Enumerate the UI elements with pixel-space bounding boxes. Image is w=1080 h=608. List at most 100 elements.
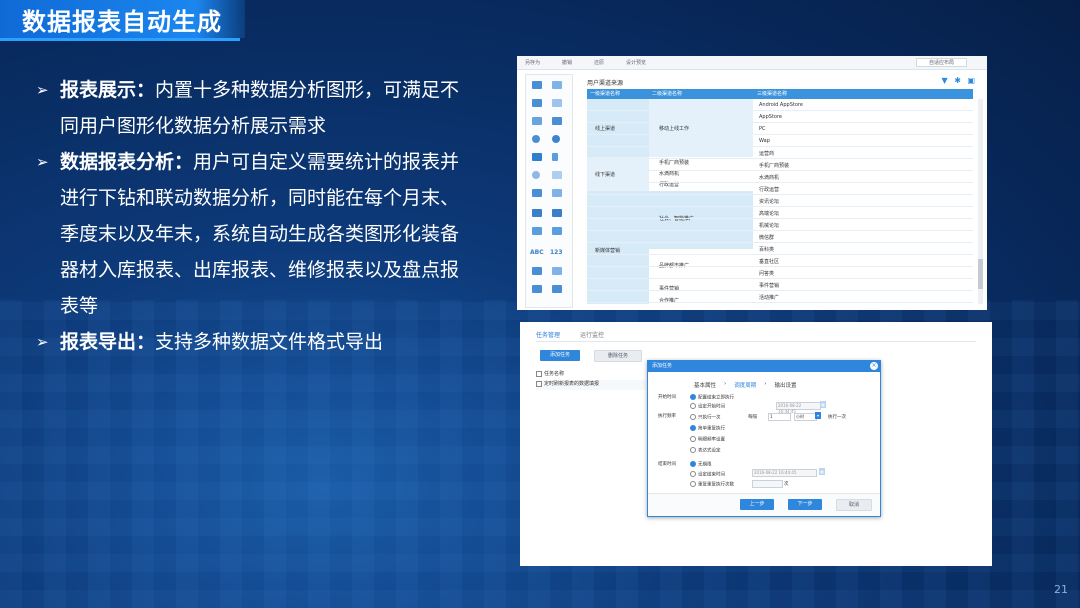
image-icon[interactable] (532, 227, 542, 235)
table-row[interactable]: Android AppStore (587, 99, 973, 111)
start-option-immediate[interactable]: 配置结束立即执行 (690, 394, 734, 401)
crosstab-icon[interactable] (552, 209, 562, 217)
freq-option-expression[interactable]: 表达式设定 (690, 447, 721, 454)
task-list-row[interactable]: 定时刷新报表的数据填报 (536, 380, 646, 390)
calendar-icon[interactable]: ▦ (820, 401, 826, 408)
table-row[interactable]: PC (587, 123, 973, 135)
option-label: 配置结束立即执行 (698, 395, 734, 401)
table-row[interactable]: 手机厂商预装 (587, 159, 973, 171)
radio-off[interactable] (690, 481, 696, 487)
interval-unit-select[interactable]: 小时 (794, 413, 817, 421)
scroll-thumb[interactable] (978, 259, 983, 289)
filter-list-icon[interactable] (532, 267, 542, 275)
cancel-button[interactable]: 取消 (836, 499, 872, 511)
bullet-report-analysis: ➢ 数据报表分析：用户可自定义需要统计的报表并进行下钻和联动数据分析，同时能在每… (36, 144, 476, 324)
toolbar-undo[interactable]: 撤销 (562, 59, 572, 66)
donut-chart-icon[interactable] (552, 135, 560, 143)
table-row[interactable]: 微信群 (587, 231, 973, 243)
table-row[interactable]: 百科类 (587, 243, 973, 255)
number-widget-label[interactable]: 123 (550, 249, 563, 256)
end-option-unlimited[interactable]: 无期限 (690, 461, 712, 468)
map-icon[interactable] (532, 153, 542, 161)
table-row[interactable]: 行政运营 (587, 183, 973, 195)
radio-on[interactable] (690, 394, 696, 400)
tab-widget-icon[interactable] (532, 285, 542, 293)
radar-icon[interactable] (552, 171, 562, 179)
interval-input[interactable]: 1 (768, 413, 791, 421)
row-checkbox[interactable] (536, 380, 542, 387)
stack-chart-icon[interactable] (552, 117, 562, 125)
gear-icon[interactable]: ✱ (954, 76, 961, 85)
add-task-button[interactable]: 添加任务 (540, 350, 580, 361)
close-icon[interactable]: × (870, 362, 878, 370)
tab-run-monitor[interactable]: 运行监控 (580, 330, 604, 339)
radio-off[interactable] (690, 471, 696, 477)
table-row[interactable]: 水滴商机 (587, 171, 973, 183)
repeat-count-input[interactable] (752, 480, 783, 488)
option-label: 明细频率设置 (698, 437, 725, 443)
table-icon[interactable] (532, 209, 542, 217)
table-row[interactable]: 活动推广 (587, 291, 973, 303)
radio-on[interactable] (690, 461, 696, 467)
delete-task-button[interactable]: 删除任务 (594, 350, 642, 362)
bar-chart-icon[interactable] (532, 81, 542, 89)
prev-step-button[interactable]: 上一步 (740, 499, 774, 510)
tab-task-management[interactable]: 任务管理 (536, 330, 560, 339)
radio-off[interactable] (690, 403, 696, 409)
level3-cell: 百科类 (759, 247, 775, 253)
radio-off[interactable] (690, 447, 696, 453)
table-row[interactable]: Wap (587, 135, 973, 147)
table-row[interactable]: AppStore (587, 111, 973, 123)
toolbar-save-as[interactable]: 另存为 (525, 59, 540, 66)
table-row[interactable]: 垂直社区 (587, 255, 973, 267)
column-header-level3[interactable]: 三级渠道名称 (757, 90, 787, 97)
layout-select[interactable]: 自适应布局 (915, 58, 967, 67)
location-icon[interactable] (552, 153, 558, 161)
container-icon[interactable] (552, 285, 562, 293)
step-output[interactable]: 输出设置 (774, 381, 796, 389)
step-schedule[interactable]: 调度周期 (734, 381, 756, 389)
table-row[interactable]: 资讯论坛 (587, 195, 973, 207)
next-step-button[interactable]: 下一步 (788, 499, 822, 510)
expand-icon[interactable]: ▣ (967, 76, 975, 85)
radio-off[interactable] (690, 414, 696, 420)
step-basic[interactable]: 基本属性 (694, 381, 716, 389)
freq-option-once[interactable]: 只执行一次 (690, 414, 721, 421)
area-chart-icon[interactable] (552, 99, 562, 107)
tree-icon[interactable] (552, 267, 562, 275)
filter-icon[interactable]: ▼ (941, 76, 947, 85)
chevron-down-icon[interactable]: ▾ (815, 412, 821, 419)
level3-cell: 问答类 (759, 271, 775, 277)
table-row[interactable]: 事件营销 (587, 279, 973, 291)
gauge-icon[interactable] (532, 171, 540, 179)
table-row[interactable]: 运营商 (587, 147, 973, 159)
column-chart-icon[interactable] (552, 81, 562, 89)
calendar-icon[interactable]: ▦ (819, 468, 825, 475)
toolbar-redo[interactable]: 还原 (594, 59, 604, 66)
list-icon[interactable] (552, 227, 562, 235)
freq-option-detail[interactable]: 明细频率设置 (690, 436, 725, 443)
start-time-input[interactable]: 2016-08-22 16:44:45 (776, 402, 821, 414)
column-header-level1[interactable]: 一级渠道名称 (590, 90, 620, 97)
select-all-checkbox[interactable] (536, 370, 542, 377)
table-row[interactable]: 高端论坛 (587, 207, 973, 219)
column-header-level2[interactable]: 二级渠道名称 (652, 90, 682, 97)
line-chart-icon[interactable] (532, 99, 542, 107)
scatter-icon[interactable] (532, 189, 542, 197)
toolbar-preview[interactable]: 设计预览 (626, 59, 646, 66)
funnel-icon[interactable] (552, 189, 562, 197)
radio-on[interactable] (690, 425, 696, 431)
table-row[interactable]: 机械论坛 (587, 219, 973, 231)
end-time-input[interactable]: 2016-08-22 16:44:45 (752, 469, 817, 477)
stock-chart-icon[interactable] (532, 117, 542, 125)
freq-option-simple[interactable]: 简单重复执行 (690, 425, 725, 432)
grid-scrollbar[interactable] (978, 99, 983, 304)
end-option-repeat[interactable]: 重复重复执行次数 (690, 481, 734, 488)
end-option-set[interactable]: 设定结束时间 (690, 471, 725, 478)
radio-off[interactable] (690, 436, 696, 442)
level3-cell: AppStore (759, 114, 782, 120)
pie-chart-icon[interactable] (532, 135, 540, 143)
start-option-set[interactable]: 设定开始时间 (690, 403, 725, 410)
text-widget-label[interactable]: ABC (530, 249, 544, 256)
table-row[interactable]: 问答类 (587, 267, 973, 279)
